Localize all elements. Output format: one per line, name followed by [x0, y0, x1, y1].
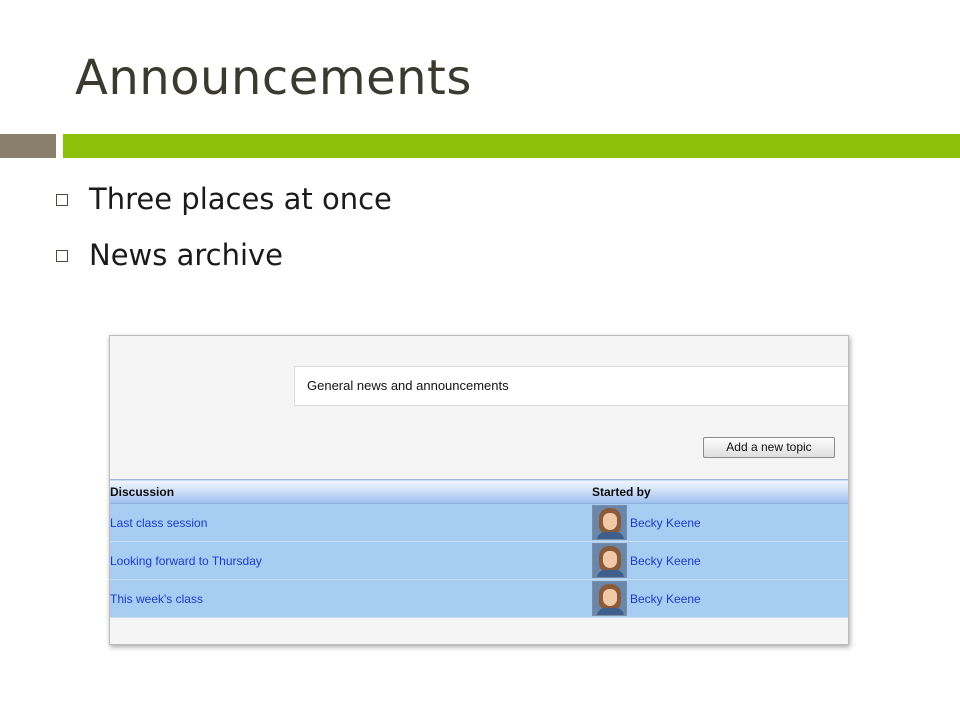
discussion-cell: This week's class [110, 579, 592, 618]
author-link[interactable]: Becky Keene [630, 554, 701, 568]
topic-link[interactable]: This week's class [110, 592, 203, 606]
author-link[interactable]: Becky Keene [630, 516, 701, 530]
author-link[interactable]: Becky Keene [630, 592, 701, 606]
bullet-text: News archive [89, 238, 284, 272]
slide-title: Announcements [75, 50, 472, 106]
started-by-cell: Becky Keene [592, 541, 848, 580]
topic-link[interactable]: Looking forward to Thursday [110, 554, 262, 568]
discussion-cell: Last class session [110, 503, 592, 542]
column-header-discussion[interactable]: Discussion [110, 479, 592, 504]
bullet-item: Three places at once [56, 176, 392, 222]
topic-link[interactable]: Last class session [110, 516, 207, 530]
title-rule-left [0, 134, 56, 158]
table-row: This week's class Becky Keene [110, 579, 848, 618]
discussion-cell: Looking forward to Thursday [110, 541, 592, 580]
started-by-cell: Becky Keene [592, 579, 848, 618]
table-header-row: Discussion Started by [110, 479, 848, 504]
forum-description: General news and announcements [294, 366, 848, 406]
avatar[interactable] [592, 543, 627, 578]
square-bullet-icon [56, 194, 68, 206]
avatar[interactable] [592, 581, 627, 616]
table-row: Looking forward to Thursday Becky Keene [110, 541, 848, 580]
discussion-table: Discussion Started by Last class session… [110, 479, 848, 618]
forum-screenshot: General news and announcements Add a new… [109, 335, 849, 645]
bullet-item: News archive [56, 222, 392, 288]
table-row: Last class session Becky Keene [110, 503, 848, 542]
avatar[interactable] [592, 505, 627, 540]
add-new-topic-button[interactable]: Add a new topic [703, 437, 835, 458]
bullet-list: Three places at once News archive [56, 176, 392, 288]
square-bullet-icon [56, 250, 68, 262]
title-rule-accent [63, 134, 960, 158]
column-header-started-by[interactable]: Started by [592, 479, 848, 504]
bullet-text: Three places at once [89, 182, 392, 216]
started-by-cell: Becky Keene [592, 503, 848, 542]
